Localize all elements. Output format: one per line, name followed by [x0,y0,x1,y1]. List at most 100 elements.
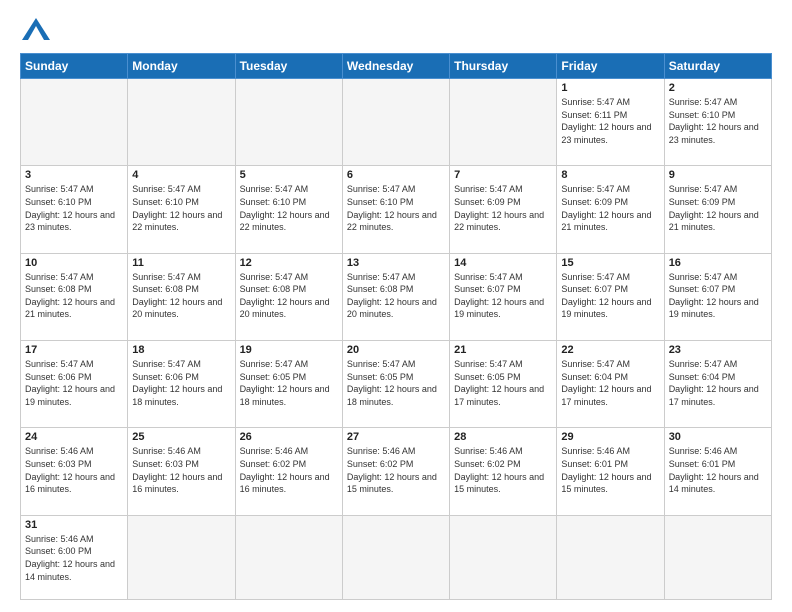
day-number: 7 [454,169,552,181]
day-info: Sunrise: 5:47 AM Sunset: 6:09 PM Dayligh… [561,183,659,233]
day-number: 17 [25,344,123,356]
day-info: Sunrise: 5:47 AM Sunset: 6:10 PM Dayligh… [25,183,123,233]
calendar-cell: 20Sunrise: 5:47 AM Sunset: 6:05 PM Dayli… [342,341,449,428]
day-info: Sunrise: 5:47 AM Sunset: 6:09 PM Dayligh… [454,183,552,233]
day-info: Sunrise: 5:47 AM Sunset: 6:05 PM Dayligh… [240,358,338,408]
day-info: Sunrise: 5:47 AM Sunset: 6:07 PM Dayligh… [669,271,767,321]
calendar-cell: 5 Sunrise: 5:47 AM Sunset: 6:10 PM Daylig… [235,166,342,253]
calendar-cell: 31Sunrise: 5:46 AM Sunset: 6:00 PM Dayli… [21,515,128,599]
calendar-cell: 10 Sunrise: 5:47 AM Sunset: 6:08 PM Dayli… [21,253,128,340]
day-info: Sunrise: 5:47 AM Sunset: 6:10 PM Dayligh… [240,183,338,233]
day-info: Sunrise: 5:47 AM Sunset: 6:06 PM Dayligh… [25,358,123,408]
day-info: Sunrise: 5:46 AM Sunset: 6:01 PM Dayligh… [561,445,659,495]
day-number: 24 [25,431,123,443]
calendar-cell: 26Sunrise: 5:46 AM Sunset: 6:02 PM Dayli… [235,428,342,515]
calendar-week-4: 24 Sunrise: 5:46 AM Sunset: 6:03 PM Dayli… [21,428,772,515]
weekday-header-tuesday: Tuesday [235,54,342,79]
day-info: Sunrise: 5:47 AM Sunset: 6:07 PM Dayligh… [454,271,552,321]
day-info: Sunrise: 5:47 AM Sunset: 6:05 PM Dayligh… [347,358,445,408]
day-number: 15 [561,257,659,269]
weekday-header-wednesday: Wednesday [342,54,449,79]
calendar-cell [128,515,235,599]
calendar-cell [235,79,342,166]
calendar-week-2: 10 Sunrise: 5:47 AM Sunset: 6:08 PM Dayli… [21,253,772,340]
day-info: Sunrise: 5:46 AM Sunset: 6:01 PM Dayligh… [669,445,767,495]
day-info: Sunrise: 5:46 AM Sunset: 6:02 PM Dayligh… [347,445,445,495]
day-number: 12 [240,257,338,269]
page: SundayMondayTuesdayWednesdayThursdayFrid… [0,0,792,612]
day-number: 25 [132,431,230,443]
calendar-cell [557,515,664,599]
calendar-week-1: 3 Sunrise: 5:47 AM Sunset: 6:10 PM Daylig… [21,166,772,253]
day-number: 5 [240,169,338,181]
calendar-cell: 12Sunrise: 5:47 AM Sunset: 6:08 PM Dayli… [235,253,342,340]
calendar-cell: 25 Sunrise: 5:46 AM Sunset: 6:03 PM Dayli… [128,428,235,515]
day-info: Sunrise: 5:47 AM Sunset: 6:10 PM Dayligh… [132,183,230,233]
day-number: 6 [347,169,445,181]
day-number: 28 [454,431,552,443]
calendar-cell: 19 Sunrise: 5:47 AM Sunset: 6:05 PM Dayli… [235,341,342,428]
weekday-header-row: SundayMondayTuesdayWednesdayThursdayFrid… [21,54,772,79]
calendar-cell: 15 Sunrise: 5:47 AM Sunset: 6:07 PM Dayli… [557,253,664,340]
calendar-week-3: 17 Sunrise: 5:47 AM Sunset: 6:06 PM Dayli… [21,341,772,428]
day-number: 27 [347,431,445,443]
day-info: Sunrise: 5:47 AM Sunset: 6:08 PM Dayligh… [132,271,230,321]
day-number: 26 [240,431,338,443]
day-info: Sunrise: 5:46 AM Sunset: 6:03 PM Dayligh… [132,445,230,495]
day-number: 10 [25,257,123,269]
day-info: Sunrise: 5:47 AM Sunset: 6:10 PM Dayligh… [347,183,445,233]
weekday-header-monday: Monday [128,54,235,79]
calendar-cell: 30 Sunrise: 5:46 AM Sunset: 6:01 PM Dayli… [664,428,771,515]
calendar-week-0: 1Sunrise: 5:47 AM Sunset: 6:11 PM Daylig… [21,79,772,166]
calendar-cell: 17 Sunrise: 5:47 AM Sunset: 6:06 PM Dayli… [21,341,128,428]
day-info: Sunrise: 5:47 AM Sunset: 6:08 PM Dayligh… [25,271,123,321]
day-info: Sunrise: 5:46 AM Sunset: 6:00 PM Dayligh… [25,533,123,583]
calendar-cell [450,79,557,166]
day-number: 4 [132,169,230,181]
day-info: Sunrise: 5:47 AM Sunset: 6:11 PM Dayligh… [561,96,659,146]
calendar-cell: 4 Sunrise: 5:47 AM Sunset: 6:10 PM Daylig… [128,166,235,253]
logo-icon [22,18,50,40]
weekday-header-thursday: Thursday [450,54,557,79]
day-info: Sunrise: 5:47 AM Sunset: 6:04 PM Dayligh… [561,358,659,408]
calendar-cell: 9 Sunrise: 5:47 AM Sunset: 6:09 PM Daylig… [664,166,771,253]
day-number: 23 [669,344,767,356]
calendar-cell [128,79,235,166]
calendar-cell: 18Sunrise: 5:47 AM Sunset: 6:06 PM Dayli… [128,341,235,428]
day-number: 19 [240,344,338,356]
day-number: 21 [454,344,552,356]
calendar-cell: 6 Sunrise: 5:47 AM Sunset: 6:10 PM Daylig… [342,166,449,253]
calendar-cell [235,515,342,599]
day-number: 9 [669,169,767,181]
header [20,16,772,45]
weekday-header-friday: Friday [557,54,664,79]
calendar-cell: 3 Sunrise: 5:47 AM Sunset: 6:10 PM Daylig… [21,166,128,253]
calendar-cell: 23Sunrise: 5:47 AM Sunset: 6:04 PM Dayli… [664,341,771,428]
calendar-cell [664,515,771,599]
day-info: Sunrise: 5:47 AM Sunset: 6:09 PM Dayligh… [669,183,767,233]
day-number: 2 [669,82,767,94]
weekday-header-saturday: Saturday [664,54,771,79]
day-number: 11 [132,257,230,269]
calendar-cell: 22Sunrise: 5:47 AM Sunset: 6:04 PM Dayli… [557,341,664,428]
calendar-cell: 28Sunrise: 5:46 AM Sunset: 6:02 PM Dayli… [450,428,557,515]
day-number: 3 [25,169,123,181]
calendar-cell: 27 Sunrise: 5:46 AM Sunset: 6:02 PM Dayli… [342,428,449,515]
calendar-week-5: 31Sunrise: 5:46 AM Sunset: 6:00 PM Dayli… [21,515,772,599]
calendar-cell [342,515,449,599]
calendar-cell: 11 Sunrise: 5:47 AM Sunset: 6:08 PM Dayli… [128,253,235,340]
day-number: 30 [669,431,767,443]
day-number: 8 [561,169,659,181]
day-info: Sunrise: 5:47 AM Sunset: 6:07 PM Dayligh… [561,271,659,321]
calendar-cell: 16 Sunrise: 5:47 AM Sunset: 6:07 PM Dayli… [664,253,771,340]
calendar-cell: 13Sunrise: 5:47 AM Sunset: 6:08 PM Dayli… [342,253,449,340]
day-number: 14 [454,257,552,269]
calendar-cell: 2Sunrise: 5:47 AM Sunset: 6:10 PM Daylig… [664,79,771,166]
day-info: Sunrise: 5:47 AM Sunset: 6:06 PM Dayligh… [132,358,230,408]
calendar-cell: 29Sunrise: 5:46 AM Sunset: 6:01 PM Dayli… [557,428,664,515]
calendar-cell: 24Sunrise: 5:46 AM Sunset: 6:03 PM Dayli… [21,428,128,515]
day-number: 13 [347,257,445,269]
day-number: 16 [669,257,767,269]
calendar-cell [21,79,128,166]
calendar-cell: 14 Sunrise: 5:47 AM Sunset: 6:07 PM Dayli… [450,253,557,340]
